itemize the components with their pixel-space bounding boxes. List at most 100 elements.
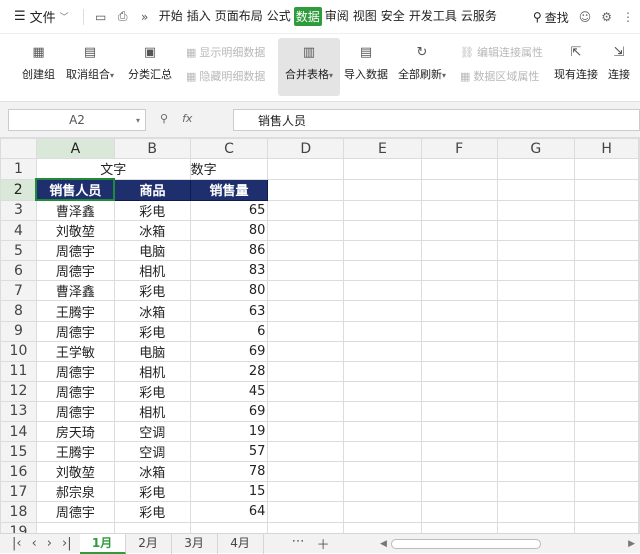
cell[interactable] — [267, 280, 345, 302]
cell[interactable] — [267, 481, 345, 503]
cell[interactable]: 周德宇 — [35, 240, 115, 262]
cell[interactable] — [638, 380, 640, 402]
cell[interactable] — [574, 199, 639, 222]
cell[interactable] — [496, 441, 576, 463]
cell[interactable] — [420, 178, 498, 201]
select-all-corner[interactable] — [0, 138, 37, 160]
cell[interactable] — [638, 501, 640, 523]
cell[interactable]: 28 — [189, 360, 269, 382]
create-group-button[interactable]: ▦ 创建组 — [22, 44, 55, 82]
cell[interactable] — [496, 481, 576, 503]
cell[interactable] — [189, 521, 269, 533]
cell[interactable] — [638, 320, 640, 342]
cell[interactable] — [343, 320, 422, 342]
cell[interactable] — [638, 421, 640, 443]
cell[interactable]: 曹泽鑫 — [35, 280, 115, 302]
cell[interactable] — [35, 521, 115, 533]
first-sheet-icon[interactable]: |‹ — [12, 536, 22, 551]
cell[interactable] — [343, 280, 422, 302]
cell[interactable]: 45 — [189, 380, 269, 402]
cell[interactable] — [496, 199, 576, 222]
cell[interactable] — [496, 461, 576, 483]
cell[interactable] — [420, 360, 498, 382]
cell[interactable] — [496, 178, 576, 201]
cell[interactable] — [420, 260, 498, 282]
cell[interactable] — [420, 441, 498, 463]
import-data-button[interactable]: ▤ 导入数据 — [344, 44, 388, 82]
more-sheets-icon[interactable]: ⋯ — [292, 534, 305, 553]
range-props-button[interactable]: ▦ 数据区域属性 — [460, 68, 539, 84]
cell[interactable] — [267, 178, 345, 201]
cell[interactable] — [267, 199, 345, 222]
column-header-E[interactable]: E — [343, 138, 422, 160]
cell[interactable] — [638, 178, 640, 201]
cell[interactable] — [420, 280, 498, 302]
cell[interactable]: 相机 — [113, 400, 191, 423]
row-header[interactable]: 11 — [0, 360, 37, 382]
cell[interactable]: 57 — [189, 441, 269, 463]
cell[interactable] — [496, 300, 576, 322]
next-sheet-icon[interactable]: › — [47, 536, 52, 551]
column-header-G[interactable]: G — [496, 138, 576, 160]
cell[interactable] — [638, 240, 640, 262]
cell[interactable] — [343, 360, 422, 382]
cell[interactable]: 空调 — [113, 441, 191, 463]
cell[interactable]: 电脑 — [113, 240, 191, 262]
header-cell-quantity[interactable]: 销售量 — [189, 178, 269, 201]
cell[interactable]: 数字 — [189, 158, 269, 180]
cell[interactable]: 彩电 — [113, 320, 191, 342]
cell[interactable] — [420, 501, 498, 523]
cell[interactable]: 房天琦 — [35, 421, 115, 443]
cell[interactable] — [574, 300, 639, 322]
cell[interactable] — [343, 380, 422, 402]
cell[interactable] — [420, 220, 498, 242]
cell[interactable] — [574, 481, 639, 503]
cell[interactable]: 83 — [189, 260, 269, 282]
cell[interactable] — [267, 380, 345, 402]
cell[interactable]: 周德宇 — [35, 400, 115, 423]
cell[interactable] — [267, 360, 345, 382]
cell[interactable]: 冰箱 — [113, 300, 191, 322]
cell[interactable] — [574, 360, 639, 382]
cell[interactable] — [343, 501, 422, 523]
hide-detail-button[interactable]: ▦ 隐藏明细数据 — [186, 68, 265, 84]
subtotal-button[interactable]: ▣ 分类汇总 — [128, 44, 172, 82]
cell[interactable] — [574, 421, 639, 443]
cell[interactable] — [420, 340, 498, 362]
cell[interactable] — [496, 501, 576, 523]
scrollbar-thumb[interactable] — [390, 539, 541, 549]
row-header[interactable]: 4 — [0, 220, 37, 242]
cell[interactable] — [420, 320, 498, 342]
cell[interactable]: 相机 — [113, 360, 191, 382]
cell[interactable] — [267, 158, 345, 180]
cell[interactable] — [638, 360, 640, 382]
cell[interactable] — [574, 400, 639, 423]
cell[interactable] — [343, 220, 422, 242]
row-header[interactable]: 14 — [0, 421, 37, 443]
cell[interactable]: 63 — [189, 300, 269, 322]
refresh-all-button[interactable]: ↻ 全部刷新▾ — [398, 44, 446, 82]
cell[interactable] — [496, 521, 576, 533]
merge-tables-button[interactable]: ▥ 合并表格▾ — [278, 38, 340, 96]
ungroup-button[interactable]: ▤ 取消组合▾ — [66, 44, 114, 82]
cell[interactable]: 6 — [189, 320, 269, 342]
sheet-tab-4[interactable]: 4月 — [218, 533, 264, 554]
cell[interactable] — [574, 521, 639, 533]
sheet-tab-1[interactable]: 1月 — [79, 533, 126, 554]
cell[interactable] — [496, 280, 576, 302]
cell[interactable] — [574, 380, 639, 402]
open-folder-icon[interactable]: ▭ — [90, 10, 112, 24]
cell[interactable] — [574, 280, 639, 302]
cell[interactable] — [496, 380, 576, 402]
cell[interactable] — [496, 340, 576, 362]
column-header-H[interactable]: H — [574, 138, 639, 160]
row-header[interactable]: 8 — [0, 300, 37, 322]
formula-input[interactable]: 销售人员 — [233, 109, 640, 131]
cell[interactable]: 78 — [189, 461, 269, 483]
cell[interactable]: 80 — [189, 220, 269, 242]
cell[interactable] — [420, 481, 498, 503]
cell[interactable] — [496, 360, 576, 382]
cell[interactable]: 郝宗泉 — [35, 481, 115, 503]
scroll-left-icon[interactable]: ◀ — [380, 539, 387, 549]
cell[interactable]: 彩电 — [113, 481, 191, 503]
